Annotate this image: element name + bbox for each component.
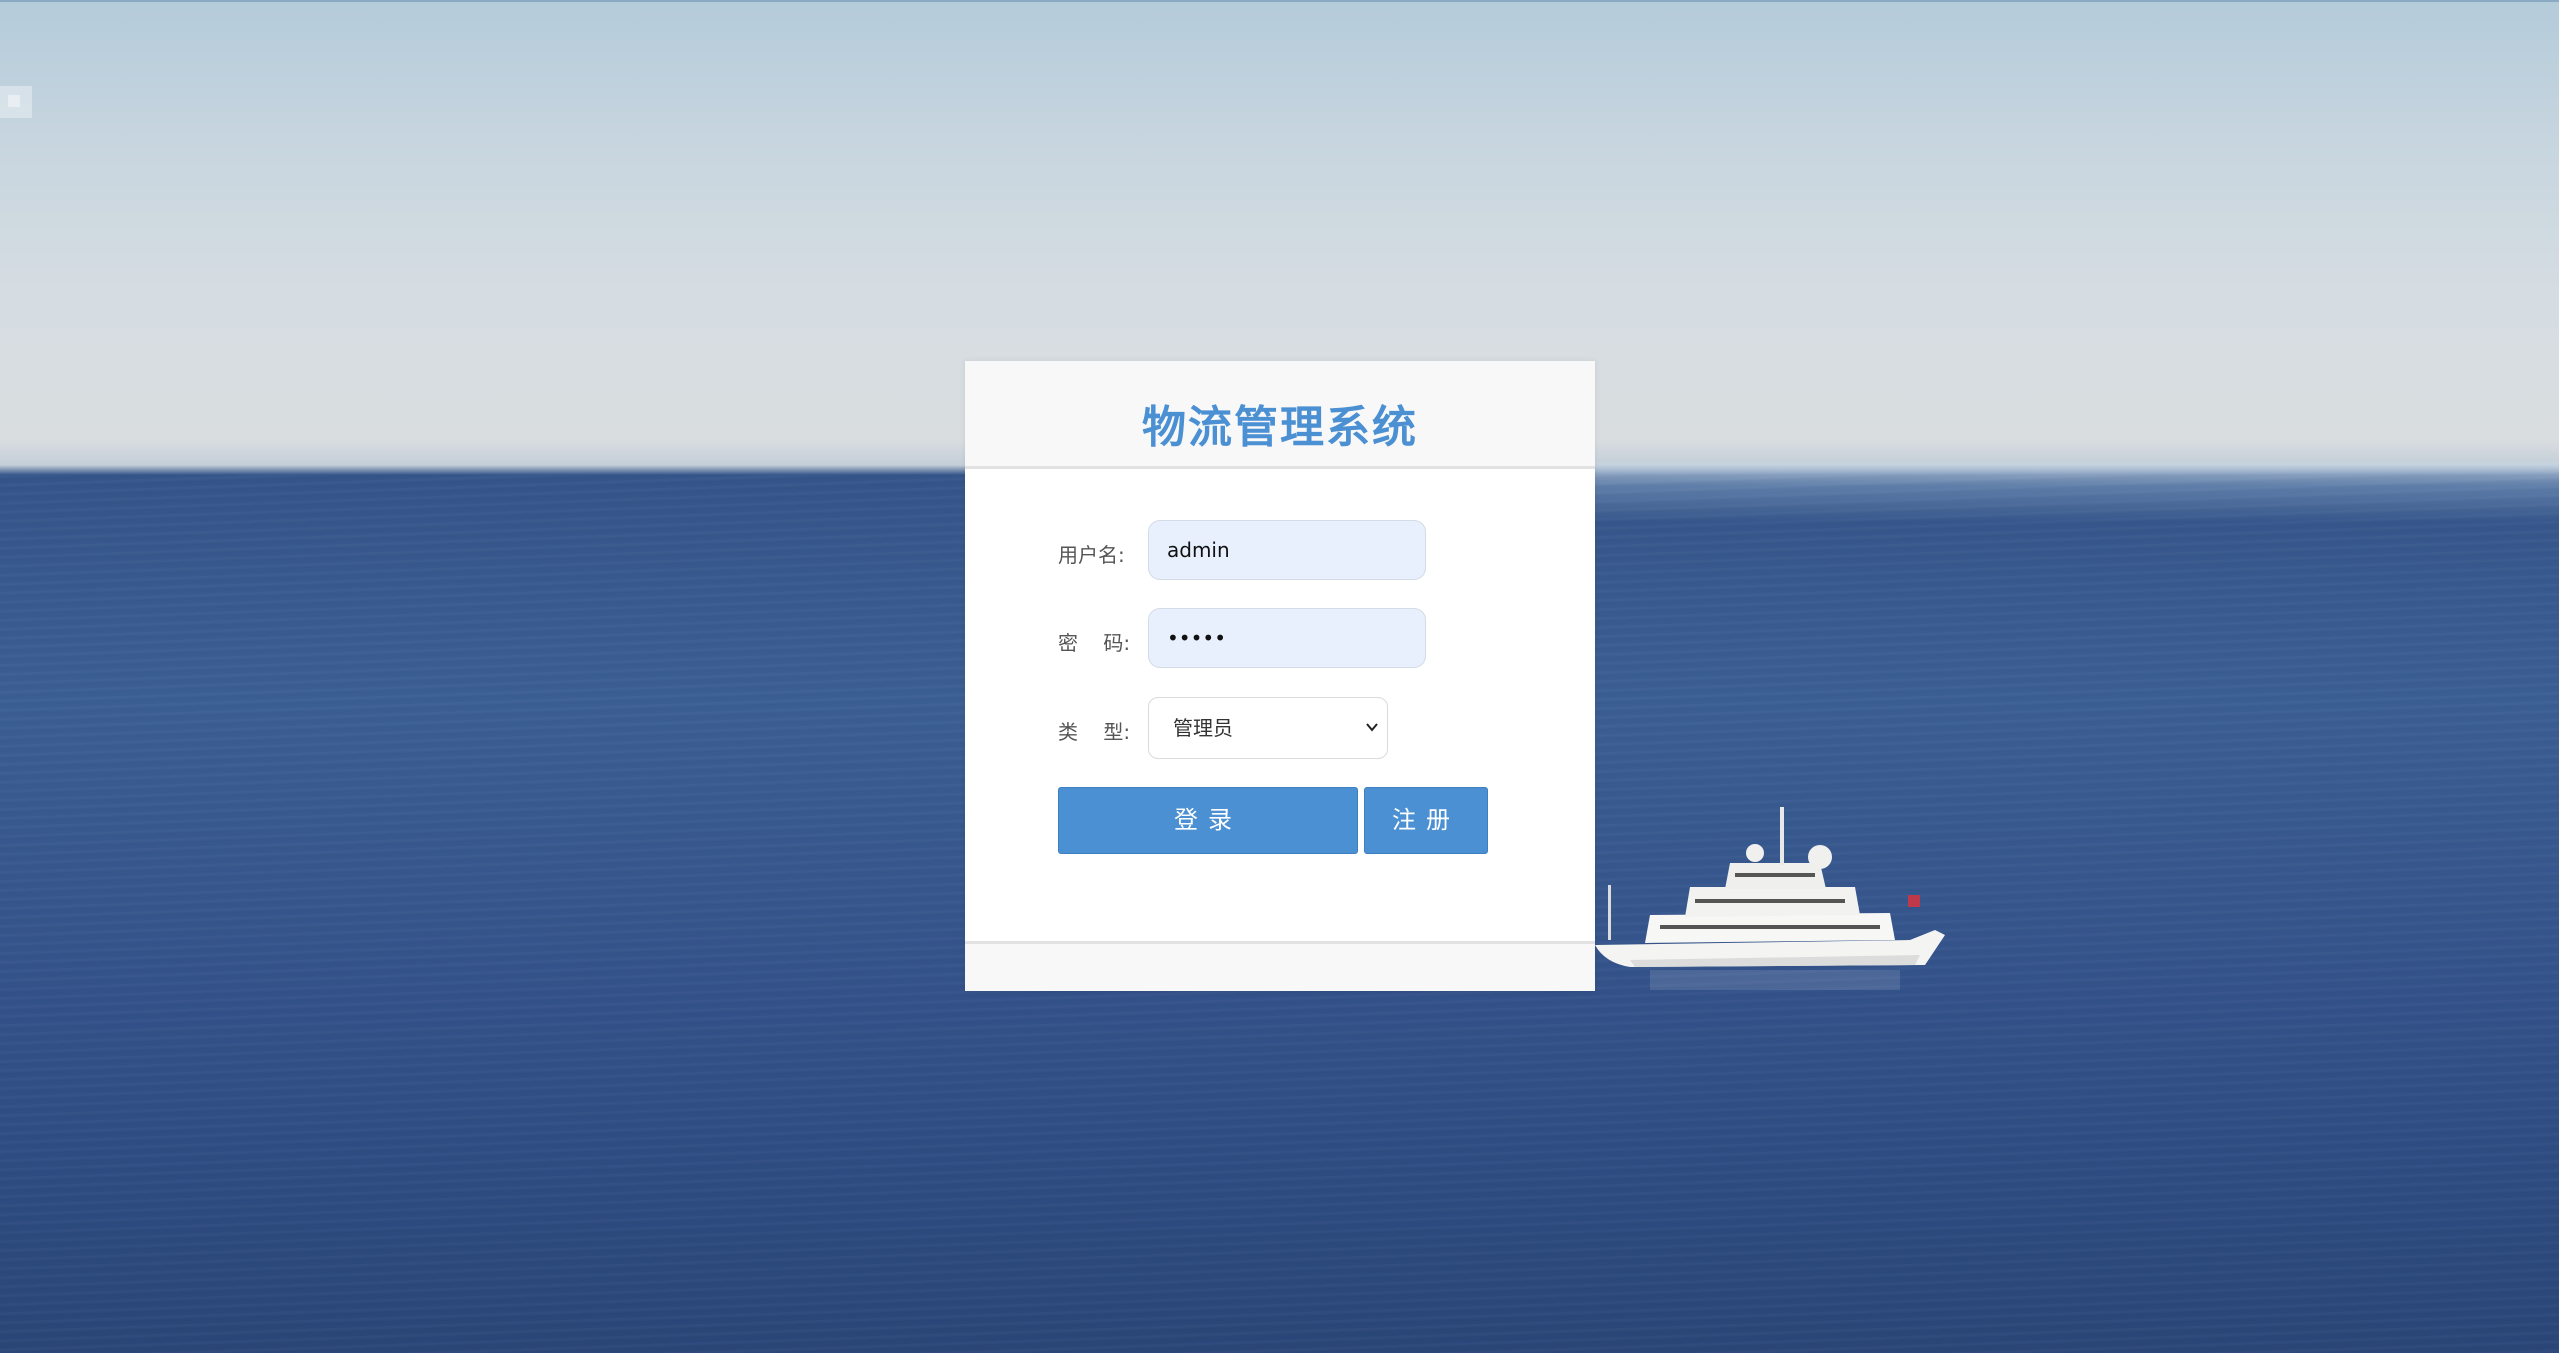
type-label: 类 型: (1058, 720, 1131, 744)
login-panel: 物流管理系统 用户名: 密 码: 类 型: 管理员 登录 注册 (965, 361, 1595, 991)
username-input[interactable] (1148, 520, 1426, 580)
login-button[interactable]: 登录 (1058, 787, 1358, 854)
panel-header: 物流管理系统 (965, 361, 1595, 469)
password-label: 密 码: (1058, 631, 1131, 655)
user-type-select[interactable]: 管理员 (1148, 697, 1388, 759)
password-input[interactable] (1148, 608, 1426, 668)
username-label: 用户名: (1058, 543, 1125, 567)
user-type-selected: 管理员 (1173, 716, 1233, 740)
panel-footer (965, 941, 1595, 991)
register-button[interactable]: 注册 (1364, 787, 1488, 854)
page-title: 物流管理系统 (1142, 402, 1418, 453)
corner-widget-icon (0, 86, 32, 118)
top-edge-line (0, 0, 2559, 2)
yacht-image (1595, 807, 1945, 990)
login-form: 用户名: 密 码: 类 型: 管理员 登录 注册 (965, 469, 1595, 939)
chevron-down-icon (1366, 723, 1378, 732)
